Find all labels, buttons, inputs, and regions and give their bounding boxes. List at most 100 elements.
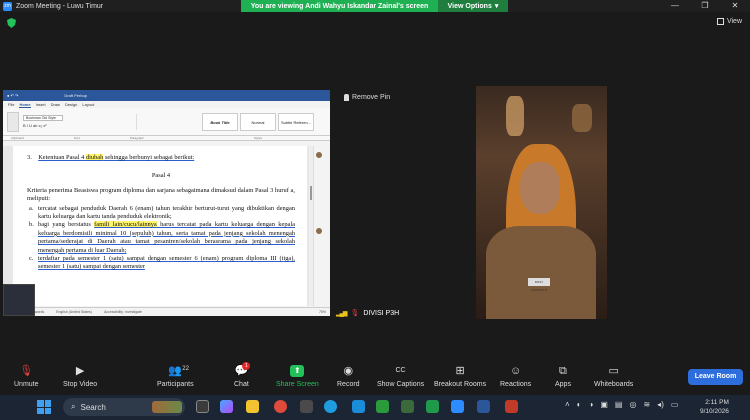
tray-app-icon[interactable]: ◐ bbox=[577, 400, 582, 409]
whiteboards-button[interactable]: ▭ Whiteboards bbox=[594, 365, 633, 388]
minimize-button[interactable]: — bbox=[660, 0, 690, 12]
list-item: a. tercatat sebagai penduduk Daerah 6 (e… bbox=[27, 205, 295, 222]
app-icon[interactable] bbox=[352, 400, 365, 413]
status-zoom[interactable]: 75% bbox=[319, 310, 326, 314]
paste-icon[interactable] bbox=[7, 111, 19, 132]
stop-video-button[interactable]: ▶ Stop Video bbox=[63, 365, 97, 388]
breakout-rooms-label: Breakout Rooms bbox=[434, 381, 487, 388]
search-label: Search bbox=[80, 402, 106, 412]
pin-icon bbox=[344, 94, 349, 101]
close-button[interactable]: ✕ bbox=[720, 0, 750, 12]
taskbar-search[interactable]: ⌕ Search bbox=[63, 398, 185, 416]
show-captions-label: Show Captions bbox=[377, 381, 425, 388]
word-tab-design[interactable]: Design bbox=[65, 102, 77, 107]
comment-pane bbox=[313, 146, 330, 306]
tray-app-icon[interactable]: ◎ bbox=[629, 400, 636, 409]
status-accessibility[interactable]: Accessibility: Investigate bbox=[104, 310, 142, 314]
share-screen-label: Share Screen bbox=[276, 381, 319, 388]
list-text-highlight: famili lain/cucu/lainnya bbox=[94, 221, 157, 229]
ribbon-group-labels: Clipboard Font Paragraph Styles bbox=[3, 136, 330, 141]
apps-icon: ⧉ bbox=[559, 365, 567, 377]
list-item: c. terdaftar pada semester 1 (satu) samp… bbox=[27, 255, 295, 272]
word-tab-insert[interactable]: Insert bbox=[36, 102, 46, 107]
word-title-bar: ● ↶ ↷ Draft Perbup bbox=[3, 90, 330, 101]
word-tab-draw[interactable]: Draw bbox=[51, 102, 60, 107]
taskbar-clock[interactable]: 2:11 PM 9/10/2026 bbox=[700, 398, 729, 416]
captions-icon: CC bbox=[395, 367, 406, 374]
style-normal[interactable]: Normal bbox=[240, 112, 276, 131]
battery-icon[interactable]: ▭ bbox=[671, 400, 679, 409]
participant-name-label: ▂▄▆ 🎙 DIVISI P3H bbox=[336, 309, 399, 318]
tray-app-icon[interactable]: ◑ bbox=[589, 400, 594, 409]
comment-avatar-icon[interactable] bbox=[316, 228, 322, 234]
style-book-title[interactable]: Book Title bbox=[202, 112, 238, 131]
autosave-label: ● ↶ ↷ bbox=[7, 93, 19, 98]
store-icon[interactable] bbox=[300, 400, 313, 413]
file-explorer-icon[interactable] bbox=[246, 400, 259, 413]
powerpoint-icon[interactable] bbox=[505, 400, 518, 413]
word-status-bar: 598 words English (United States) Access… bbox=[3, 307, 330, 316]
show-captions-button[interactable]: CC Show Captions bbox=[377, 365, 424, 388]
mic-muted-icon: 🎙 bbox=[350, 310, 360, 317]
word-tab-home[interactable]: Home bbox=[19, 102, 31, 108]
chat-unread-badge: 1 bbox=[242, 362, 251, 370]
word-icon[interactable] bbox=[477, 400, 490, 413]
leave-room-button[interactable]: Leave Room bbox=[688, 369, 743, 385]
self-view-thumbnail[interactable] bbox=[3, 284, 35, 316]
comment-avatar-icon[interactable] bbox=[316, 152, 322, 158]
article-heading: Pasal 4 bbox=[151, 172, 171, 180]
xbox-icon[interactable] bbox=[376, 400, 389, 413]
unmute-button[interactable]: 🎙 Unmute bbox=[14, 365, 39, 388]
item-3-number: 3. bbox=[27, 154, 32, 161]
font-format-icons[interactable]: B I U ab x₂ x² bbox=[23, 123, 63, 128]
document-page[interactable]: 3. Ketentuan Pasal 4 diubah sehingga ber… bbox=[13, 146, 307, 306]
ribbon-label-font: Font bbox=[73, 136, 80, 140]
item-3-text-post: sehingga berbunyi sebagai berikut: bbox=[103, 154, 195, 161]
zoom-taskbar-icon[interactable] bbox=[451, 400, 464, 413]
reactions-button[interactable]: ☺ Reactions bbox=[500, 365, 531, 388]
encryption-shield-icon[interactable] bbox=[7, 18, 16, 28]
app-icon[interactable] bbox=[401, 400, 414, 413]
share-screen-button[interactable]: ⬆ Share Screen bbox=[276, 365, 319, 388]
word-ribbon-tabs: File Home Insert Draw Design Layout bbox=[3, 101, 330, 108]
banner-message: You are viewing Andi Wahyu Iskandar Zain… bbox=[250, 2, 429, 10]
chrome-icon[interactable] bbox=[274, 400, 287, 413]
word-tab-file[interactable]: File bbox=[8, 102, 14, 107]
tray-app-icon[interactable]: ▣ bbox=[600, 400, 608, 409]
participants-button[interactable]: 👥 22 Participants bbox=[157, 365, 194, 388]
chat-button[interactable]: 💬 1 Chat bbox=[234, 362, 251, 388]
chat-bubble-icon: 💬 1 bbox=[234, 362, 251, 377]
reactions-label: Reactions bbox=[500, 381, 532, 388]
list-text: terdaftar pada semester 1 (satu) sampai … bbox=[38, 255, 295, 272]
record-button[interactable]: ◉ Record bbox=[337, 365, 360, 388]
font-name-box[interactable]: Bookman Old Style bbox=[23, 115, 63, 121]
excel-icon[interactable] bbox=[426, 400, 439, 413]
view-options-button[interactable]: View Options ▾ bbox=[438, 0, 508, 12]
view-button[interactable]: View bbox=[716, 18, 742, 25]
list-text-pre: bagi yang berstatus bbox=[38, 221, 95, 229]
copilot-icon[interactable] bbox=[220, 400, 233, 413]
signal-bars-icon: ▂▄▆ bbox=[336, 310, 348, 317]
task-view-icon[interactable] bbox=[196, 400, 209, 413]
apps-button[interactable]: ⧉ Apps bbox=[555, 365, 571, 388]
tray-app-icon[interactable]: ▤ bbox=[615, 400, 623, 409]
style-subtle-reference[interactable]: Subtle Referen... bbox=[278, 112, 314, 131]
participant-video[interactable]: ROSY SUPRIANTI bbox=[476, 86, 607, 319]
remove-pin-button[interactable]: Remove Pin bbox=[344, 94, 390, 101]
word-tab-layout[interactable]: Layout bbox=[82, 102, 94, 107]
restore-button[interactable]: ❐ bbox=[690, 0, 720, 12]
breakout-rooms-button[interactable]: ⊞ Breakout Rooms bbox=[434, 365, 486, 388]
document-area: 3. Ketentuan Pasal 4 diubah sehingga ber… bbox=[3, 146, 330, 306]
stop-video-label: Stop Video bbox=[63, 381, 98, 388]
name-badge: ROSY SUPRIANTI bbox=[528, 278, 550, 292]
volume-icon[interactable]: ◂) bbox=[657, 400, 664, 409]
edge-icon[interactable] bbox=[324, 400, 337, 413]
windows-start-icon[interactable] bbox=[37, 400, 51, 414]
window-controls: — ❐ ✕ bbox=[660, 0, 750, 12]
status-language[interactable]: English (United States) bbox=[56, 310, 92, 314]
shared-screen[interactable]: ● ↶ ↷ Draft Perbup File Home Insert Draw… bbox=[3, 90, 330, 316]
scrollbar-thumb[interactable] bbox=[310, 186, 312, 200]
system-tray: ˄ ◐ ◑ ▣ ▤ ◎ ≋ ◂) ▭ bbox=[565, 400, 678, 409]
wifi-icon[interactable]: ≋ bbox=[643, 400, 650, 409]
chevron-up-icon[interactable]: ˄ bbox=[565, 400, 570, 409]
